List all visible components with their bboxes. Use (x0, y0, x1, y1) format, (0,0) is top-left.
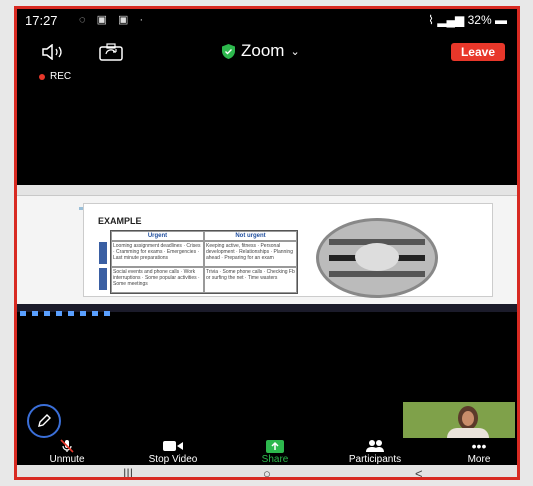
more-dots-icon: ••• (471, 438, 487, 454)
participant-body (447, 428, 489, 438)
shared-taskbar (17, 304, 517, 316)
matrix-col-urgent: Urgent (111, 231, 204, 241)
self-video-thumbnail[interactable] (403, 402, 515, 438)
meeting-title-label: Zoom (241, 41, 285, 60)
muted-mic-icon (60, 439, 74, 453)
back-icon[interactable]: < (415, 466, 423, 477)
stop-video-button[interactable]: Stop Video (135, 439, 211, 465)
meeting-top-bar: Zoom ⌄ Leave (17, 35, 517, 69)
switch-camera-icon[interactable] (95, 41, 127, 63)
slide-heading: EXAMPLE (98, 216, 142, 226)
not-important-side-label (99, 268, 107, 290)
meeting-toolbar: Unmute Stop Video Share Participants •••… (17, 439, 517, 465)
home-icon[interactable]: ○ (263, 466, 271, 477)
shared-app-ribbon (17, 185, 517, 196)
shared-screen[interactable]: EXAMPLE Urgent Not urgent Looming assign… (17, 185, 517, 316)
participant-face (462, 411, 474, 426)
battery-percent: 32% (467, 13, 492, 27)
speaker-icon[interactable] (37, 41, 69, 63)
share-label: Share (261, 454, 289, 465)
stop-video-label: Stop Video (148, 454, 198, 465)
phone-screen: 17:27 ◌ ▣ ▣ · ⌇ ▂▄▆ 32% ▬ Zoom ⌄ Leave R… (14, 6, 520, 480)
matrix-cell-q4: Trivia · Some phone calls · Checking Fb … (204, 267, 297, 293)
battery-icon: ▬ (495, 13, 507, 27)
shared-app-tabs (79, 197, 489, 210)
circle-band-bottom (329, 271, 425, 277)
priority-matrix: Urgent Not urgent Looming assignment dea… (110, 230, 298, 294)
signal-icon: ⌇ ▂▄▆ (428, 13, 465, 27)
more-label: More (467, 454, 491, 465)
share-screen-icon (266, 439, 284, 453)
circle-diagram (316, 218, 438, 298)
presentation-slide: EXAMPLE Urgent Not urgent Looming assign… (83, 203, 493, 298)
leave-button[interactable]: Leave (450, 43, 505, 61)
shield-icon (222, 43, 235, 59)
participants-label: Participants (348, 454, 402, 465)
status-right: ⌇ ▂▄▆ 32% ▬ (428, 13, 507, 27)
circle-core (355, 243, 399, 271)
important-side-label (99, 242, 107, 264)
chevron-down-icon: ⌄ (290, 45, 300, 58)
unmute-label: Unmute (49, 454, 85, 465)
pencil-icon (38, 414, 51, 427)
annotate-pen-button[interactable] (27, 404, 61, 438)
recents-icon[interactable]: ||| (123, 466, 133, 477)
status-time: 17:27 (25, 13, 58, 28)
matrix-cell-q2: Keeping active, fitness · Personal devel… (204, 241, 297, 267)
notification-icons: ◌ ▣ ▣ · (79, 14, 148, 26)
matrix-cell-q1: Looming assignment deadlines · Crises · … (111, 241, 204, 267)
meeting-title[interactable]: Zoom ⌄ (222, 41, 300, 61)
share-button[interactable]: Share (253, 439, 297, 465)
rec-dot-icon (39, 73, 45, 80)
status-bar: 17:27 ◌ ▣ ▣ · ⌇ ▂▄▆ 32% ▬ (17, 9, 517, 31)
video-camera-icon (163, 441, 183, 451)
android-nav-bar: ||| ○ < (17, 465, 517, 477)
more-button[interactable]: ••• More (459, 439, 499, 465)
unmute-button[interactable]: Unmute (39, 439, 95, 465)
matrix-cell-q3: Social events and phone calls · Work int… (111, 267, 204, 293)
participants-icon (366, 440, 384, 452)
matrix-col-not-urgent: Not urgent (204, 231, 297, 241)
participants-button[interactable]: Participants (333, 439, 417, 465)
recording-indicator: REC (39, 71, 71, 82)
rec-label: REC (50, 71, 72, 82)
